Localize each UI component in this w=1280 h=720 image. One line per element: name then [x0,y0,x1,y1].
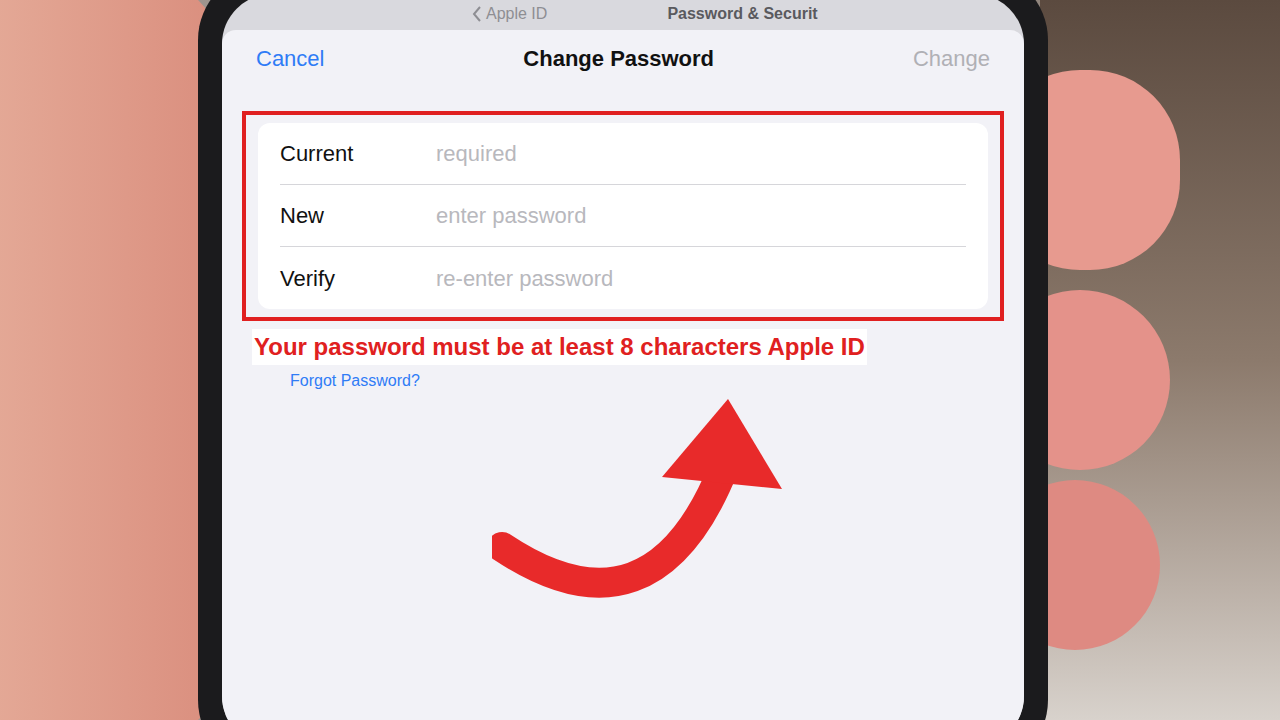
field-label: New [280,199,436,232]
back-button[interactable]: Apple ID [472,2,547,26]
field-label: Verify [280,262,436,295]
field-row[interactable]: Verifyre-enter password [280,247,966,309]
field-row[interactable]: Currentrequired [280,123,966,185]
curved-arrow-icon [492,397,792,607]
phone: Apple ID Password & Securit Cancel Change P… [198,0,1048,720]
sheet-header: Cancel Change Password Change [222,30,1024,91]
screen: Apple ID Password & Securit Cancel Change P… [222,0,1024,720]
fields-card: CurrentrequiredNewenter passwordVerifyre… [258,123,988,309]
field-input[interactable]: required [436,137,966,170]
highlight-box: CurrentrequiredNewenter passwordVerifyre… [242,111,1004,321]
forgot-password-link[interactable]: Forgot Password? [290,369,420,393]
field-input[interactable]: enter password [436,199,966,232]
cancel-button[interactable]: Cancel [256,42,324,75]
nav-bar: Apple ID Password & Securit [222,0,1024,30]
arrow-holder [492,397,1024,607]
sheet-title: Change Password [523,42,714,75]
thumbnail: Apple ID Password & Securit Cancel Change P… [0,0,1280,720]
nav-title: Password & Securit [667,2,817,26]
field-input[interactable]: re-enter password [436,262,966,295]
change-button[interactable]: Change [913,42,990,75]
change-password-sheet: Cancel Change Password Change Currentrequir… [222,30,1024,720]
chevron-left-icon [472,6,482,22]
field-row[interactable]: Newenter password [280,185,966,247]
caption: Your password must be at least 8 charact… [252,329,867,365]
field-label: Current [280,137,436,170]
